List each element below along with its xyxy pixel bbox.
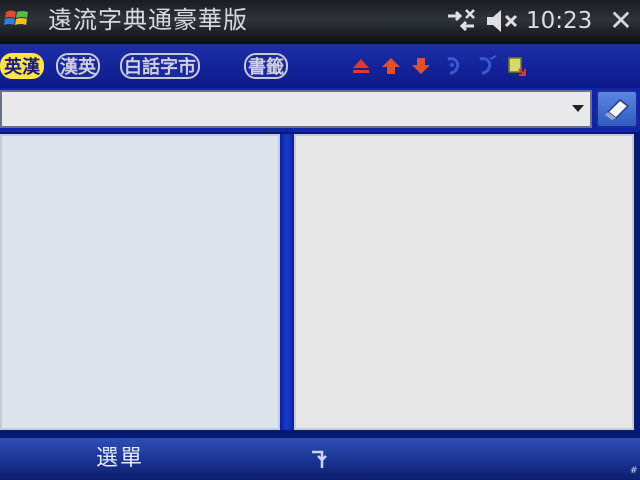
- word-list-panel[interactable]: [0, 134, 280, 430]
- corner-mark: #: [630, 466, 638, 476]
- eject-icon[interactable]: [350, 55, 372, 77]
- keyboard-icon[interactable]: [308, 446, 334, 472]
- clear-button[interactable]: [596, 90, 638, 128]
- title-bar: 遠流字典通豪華版 10:23 ✕: [0, 0, 640, 44]
- tab-vernacular-dictionary[interactable]: 白話字市: [120, 53, 200, 79]
- chevron-down-icon[interactable]: [566, 96, 590, 120]
- dictionary-icon[interactable]: [506, 55, 528, 77]
- tab-bookmarks[interactable]: 書籤: [244, 53, 288, 79]
- tab-english-chinese[interactable]: 英漢: [0, 53, 44, 79]
- speaker-icon[interactable]: [444, 55, 466, 77]
- menu-softkey[interactable]: 選單: [96, 444, 144, 474]
- search-row: [0, 88, 640, 132]
- dictionary-toolbar: 英漢 漢英 白話字市 書籤: [0, 44, 640, 88]
- connectivity-icon[interactable]: [444, 6, 478, 36]
- tab-chinese-english[interactable]: 漢英: [56, 53, 100, 79]
- windows-start-icon[interactable]: [4, 6, 30, 32]
- close-button[interactable]: ✕: [606, 6, 636, 36]
- panel-splitter[interactable]: [280, 134, 294, 430]
- search-input[interactable]: [0, 90, 592, 128]
- definition-panel[interactable]: [294, 134, 634, 430]
- app-title: 遠流字典通豪華版: [48, 6, 248, 34]
- eraser-icon: [605, 99, 630, 120]
- volume-muted-icon[interactable]: [484, 6, 520, 36]
- softkey-bar: 選單: [0, 438, 640, 480]
- pronounce-icon[interactable]: [476, 55, 498, 77]
- arrow-down-icon[interactable]: [410, 55, 432, 77]
- clock: 10:23: [526, 8, 593, 34]
- arrow-up-icon[interactable]: [380, 55, 402, 77]
